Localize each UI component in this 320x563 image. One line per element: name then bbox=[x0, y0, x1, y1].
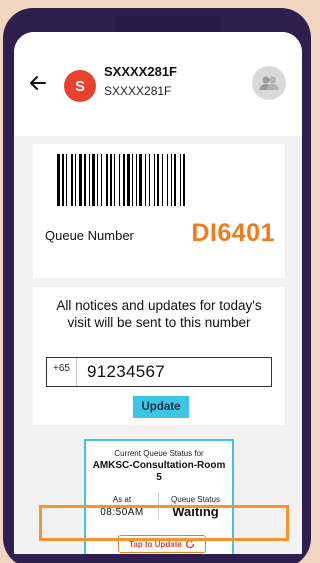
queue-status-panel: Current Queue Status for AMKSC-Consultat… bbox=[84, 439, 234, 554]
phone-frame: S SXXXX281F SXXXX281F Queue Number DI640… bbox=[3, 8, 311, 563]
queue-number-label: Queue Number bbox=[45, 228, 134, 243]
room-name: AMKSC-Consultation-Room 5 bbox=[92, 460, 226, 483]
back-arrow-icon[interactable] bbox=[29, 74, 47, 92]
patient-id-subtitle: SXXXX281F bbox=[104, 84, 172, 98]
as-at-label: As at bbox=[112, 495, 132, 504]
status-caption: Current Queue Status for bbox=[114, 449, 204, 458]
app-header: S SXXXX281F SXXXX281F bbox=[14, 32, 302, 136]
app-screen: S SXXXX281F SXXXX281F Queue Number DI640… bbox=[14, 32, 302, 554]
queue-number-card: Queue Number DI6401 bbox=[33, 144, 285, 278]
queue-number-value: DI6401 bbox=[191, 219, 275, 247]
update-phone-button[interactable]: Update bbox=[133, 396, 189, 418]
phone-number-field[interactable]: +65 91234567 bbox=[46, 357, 272, 387]
tap-to-update-label: Tap to Update bbox=[129, 539, 182, 549]
country-code: +65 bbox=[47, 358, 77, 386]
barcode bbox=[57, 154, 185, 206]
switch-user-button[interactable] bbox=[252, 66, 286, 100]
queue-status-label: Queue Status bbox=[171, 495, 220, 504]
notification-card: All notices and updates for today's visi… bbox=[33, 287, 285, 425]
tap-to-update-button[interactable]: Tap to Update bbox=[118, 535, 206, 553]
phone-number-value: 91234567 bbox=[86, 362, 166, 381]
queue-status-value: Waiting bbox=[172, 504, 219, 519]
as-at-time: 08:50AM bbox=[100, 507, 144, 518]
users-icon bbox=[259, 76, 279, 90]
notice-text: All notices and updates for today's visi… bbox=[56, 298, 262, 330]
patient-id-title: SXXXX281F bbox=[104, 64, 177, 79]
refresh-icon bbox=[185, 539, 195, 549]
avatar: S bbox=[64, 70, 96, 102]
